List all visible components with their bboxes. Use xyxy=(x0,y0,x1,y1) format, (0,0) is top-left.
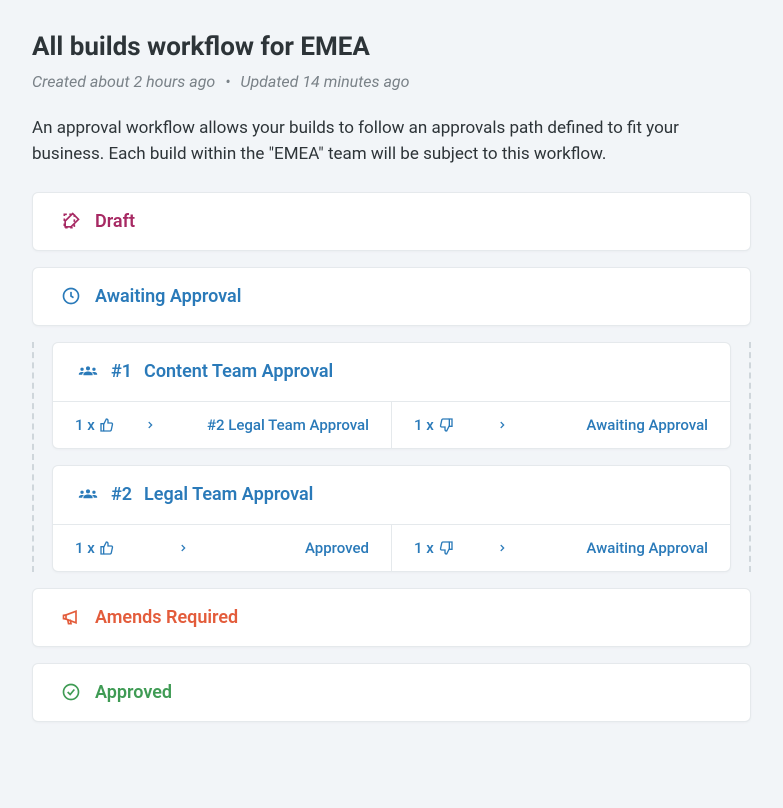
reject-destination: Awaiting Approval xyxy=(586,416,708,434)
state-amends-label: Amends Required xyxy=(95,607,238,628)
chevron-right-icon xyxy=(497,543,507,553)
state-awaiting-label: Awaiting Approval xyxy=(95,286,241,307)
stage-approve-path[interactable]: 1 x Approved xyxy=(53,525,391,571)
stage-number: #1 xyxy=(111,361,132,382)
groups-icon xyxy=(77,361,99,383)
state-awaiting-card[interactable]: Awaiting Approval xyxy=(32,267,751,326)
meta-separator: • xyxy=(225,72,230,91)
thumbs-up-icon xyxy=(99,540,115,556)
workflow-description: An approval workflow allows your builds … xyxy=(32,115,751,168)
check-circle-icon xyxy=(61,682,81,702)
chevron-right-icon xyxy=(145,420,155,430)
stage-name: Content Team Approval xyxy=(144,361,333,382)
state-draft-label: Draft xyxy=(95,211,135,232)
chevron-right-icon xyxy=(178,543,188,553)
approve-count: 1 x xyxy=(75,539,95,557)
state-draft-card[interactable]: Draft xyxy=(32,192,751,251)
stage-card-1[interactable]: #1 Content Team Approval 1 x #2 Le xyxy=(52,342,731,449)
clock-icon xyxy=(61,286,81,306)
approve-destination: Approved xyxy=(305,539,369,557)
draft-icon xyxy=(61,211,81,231)
thumbs-up-icon xyxy=(99,417,115,433)
stage-approve-path[interactable]: 1 x #2 Legal Team Approval xyxy=(53,402,391,448)
chevron-right-icon xyxy=(497,420,507,430)
stage-name: Legal Team Approval xyxy=(144,484,313,505)
state-approved-label: Approved xyxy=(95,682,172,703)
stage-number: #2 xyxy=(111,484,132,505)
page-meta: Created about 2 hours ago • Updated 14 m… xyxy=(32,72,751,91)
groups-icon xyxy=(77,484,99,506)
megaphone-icon xyxy=(61,607,81,627)
updated-time: Updated 14 minutes ago xyxy=(240,72,409,91)
reject-destination: Awaiting Approval xyxy=(586,539,708,557)
reject-count: 1 x xyxy=(414,416,434,434)
state-approved-card[interactable]: Approved xyxy=(32,663,751,722)
thumbs-down-icon xyxy=(438,540,454,556)
stage-card-2[interactable]: #2 Legal Team Approval 1 x Approve xyxy=(52,465,731,572)
state-amends-card[interactable]: Amends Required xyxy=(32,588,751,647)
stage-reject-path[interactable]: 1 x Awaiting Approval xyxy=(391,525,730,571)
created-time: Created about 2 hours ago xyxy=(32,72,215,91)
stage-reject-path[interactable]: 1 x Awaiting Approval xyxy=(391,402,730,448)
thumbs-down-icon xyxy=(438,417,454,433)
approve-count: 1 x xyxy=(75,416,95,434)
stages-container: #1 Content Team Approval 1 x #2 Le xyxy=(32,342,751,572)
page-title: All builds workflow for EMEA xyxy=(32,32,751,62)
reject-count: 1 x xyxy=(414,539,434,557)
approve-destination: #2 Legal Team Approval xyxy=(207,416,369,434)
